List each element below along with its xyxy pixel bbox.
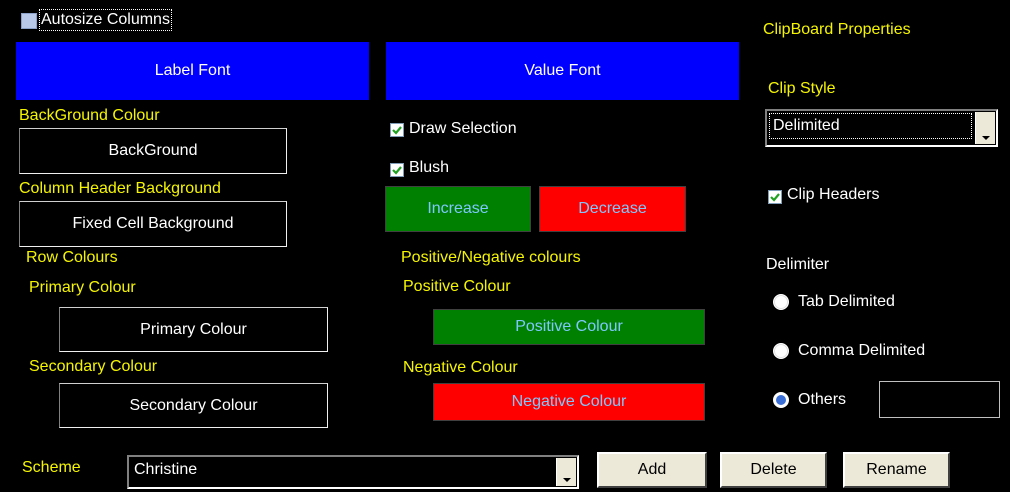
- positive-negative-colours-label: Positive/Negative colours: [401, 249, 581, 266]
- radio-dot-icon: [776, 395, 786, 405]
- value-font-button[interactable]: Value Font: [386, 42, 739, 100]
- tab-delimited-label: Tab Delimited: [798, 293, 895, 310]
- column-header-background-label: Column Header Background: [19, 180, 221, 197]
- fixed-cell-background-button[interactable]: Fixed Cell Background: [19, 201, 287, 247]
- decrease-button[interactable]: Decrease: [539, 186, 686, 232]
- background-colour-button[interactable]: BackGround: [19, 128, 287, 174]
- add-button[interactable]: Add: [597, 452, 707, 488]
- negative-colour-label: Negative Colour: [403, 359, 518, 376]
- draw-selection-checkbox[interactable]: [390, 123, 404, 137]
- primary-colour-label: Primary Colour: [29, 279, 136, 296]
- positive-colour-label: Positive Colour: [403, 278, 511, 295]
- dropdown-arrow-icon[interactable]: [975, 112, 995, 144]
- delete-button[interactable]: Delete: [720, 452, 827, 488]
- dropdown-arrow-icon[interactable]: [556, 458, 576, 486]
- secondary-colour-button[interactable]: Secondary Colour: [59, 383, 328, 428]
- others-input[interactable]: [879, 381, 1000, 418]
- row-colours-label: Row Colours: [26, 249, 118, 266]
- positive-colour-button[interactable]: Positive Colour: [433, 309, 705, 345]
- comma-delimited-radio[interactable]: [773, 343, 789, 359]
- background-colour-label: BackGround Colour: [19, 107, 160, 124]
- secondary-colour-label: Secondary Colour: [29, 358, 158, 375]
- blush-label: Blush: [409, 159, 450, 176]
- label-font-button[interactable]: Label Font: [16, 42, 369, 100]
- clipboard-properties-title: ClipBoard Properties: [763, 21, 911, 38]
- draw-selection-label: Draw Selection: [409, 120, 517, 137]
- autosize-label: Autosize Columns: [39, 9, 172, 31]
- clip-headers-checkbox[interactable]: [768, 190, 782, 204]
- primary-colour-button[interactable]: Primary Colour: [59, 307, 328, 352]
- delimiter-label: Delimiter: [766, 256, 830, 273]
- others-radio[interactable]: [773, 392, 789, 408]
- checkmark-icon: [770, 193, 780, 202]
- clip-style-dropdown[interactable]: Delimited: [765, 109, 998, 147]
- rename-button[interactable]: Rename: [843, 452, 950, 488]
- others-label: Others: [798, 391, 847, 408]
- checkmark-icon: [392, 126, 402, 135]
- clip-style-label: Clip Style: [768, 80, 836, 97]
- checkmark-icon: [392, 166, 402, 175]
- negative-colour-button[interactable]: Negative Colour: [433, 383, 705, 421]
- autosize-checkbox[interactable]: [21, 13, 37, 29]
- clip-headers-label: Clip Headers: [787, 186, 880, 203]
- tab-delimited-radio[interactable]: [773, 294, 789, 310]
- scheme-dropdown[interactable]: Christine: [127, 455, 579, 489]
- blush-checkbox[interactable]: [390, 163, 404, 177]
- increase-button[interactable]: Increase: [385, 186, 531, 232]
- clip-style-value: Delimited: [769, 113, 972, 139]
- scheme-value: Christine: [131, 459, 553, 481]
- comma-delimited-label: Comma Delimited: [798, 342, 926, 359]
- scheme-label: Scheme: [22, 459, 81, 476]
